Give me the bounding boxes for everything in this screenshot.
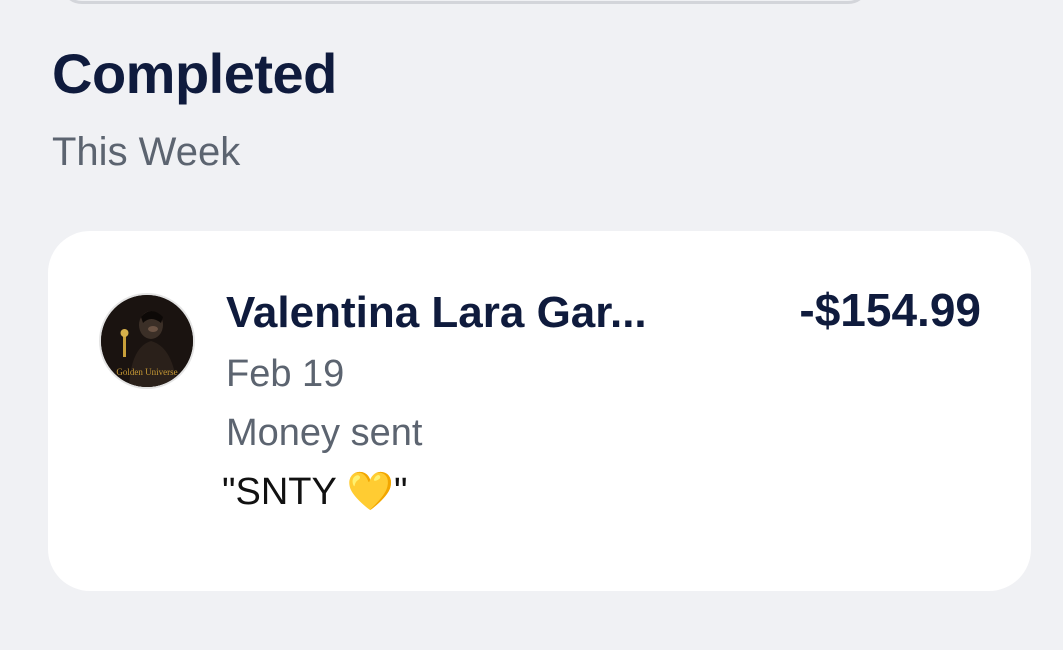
avatar: Golden Universe — [101, 295, 193, 387]
transaction-card[interactable]: Golden Universe Valentina Lara Gar... -$… — [48, 231, 1031, 591]
avatar-caption: Golden Universe — [116, 367, 177, 377]
transaction-status: Money sent — [226, 412, 423, 454]
section-title: Completed — [52, 42, 337, 105]
transaction-note: "SNTY 💛" — [222, 471, 408, 513]
transaction-amount: -$154.99 — [799, 284, 981, 336]
recipient-name: Valentina Lara Gar... — [226, 288, 647, 337]
transaction-date: Feb 19 — [226, 353, 345, 395]
search-bar-edge[interactable] — [60, 0, 870, 4]
section-subtitle: This Week — [52, 130, 241, 174]
avatar-image: Golden Universe — [101, 295, 193, 387]
activity-page: Completed This Week Golden Universe Vale… — [0, 0, 1063, 650]
